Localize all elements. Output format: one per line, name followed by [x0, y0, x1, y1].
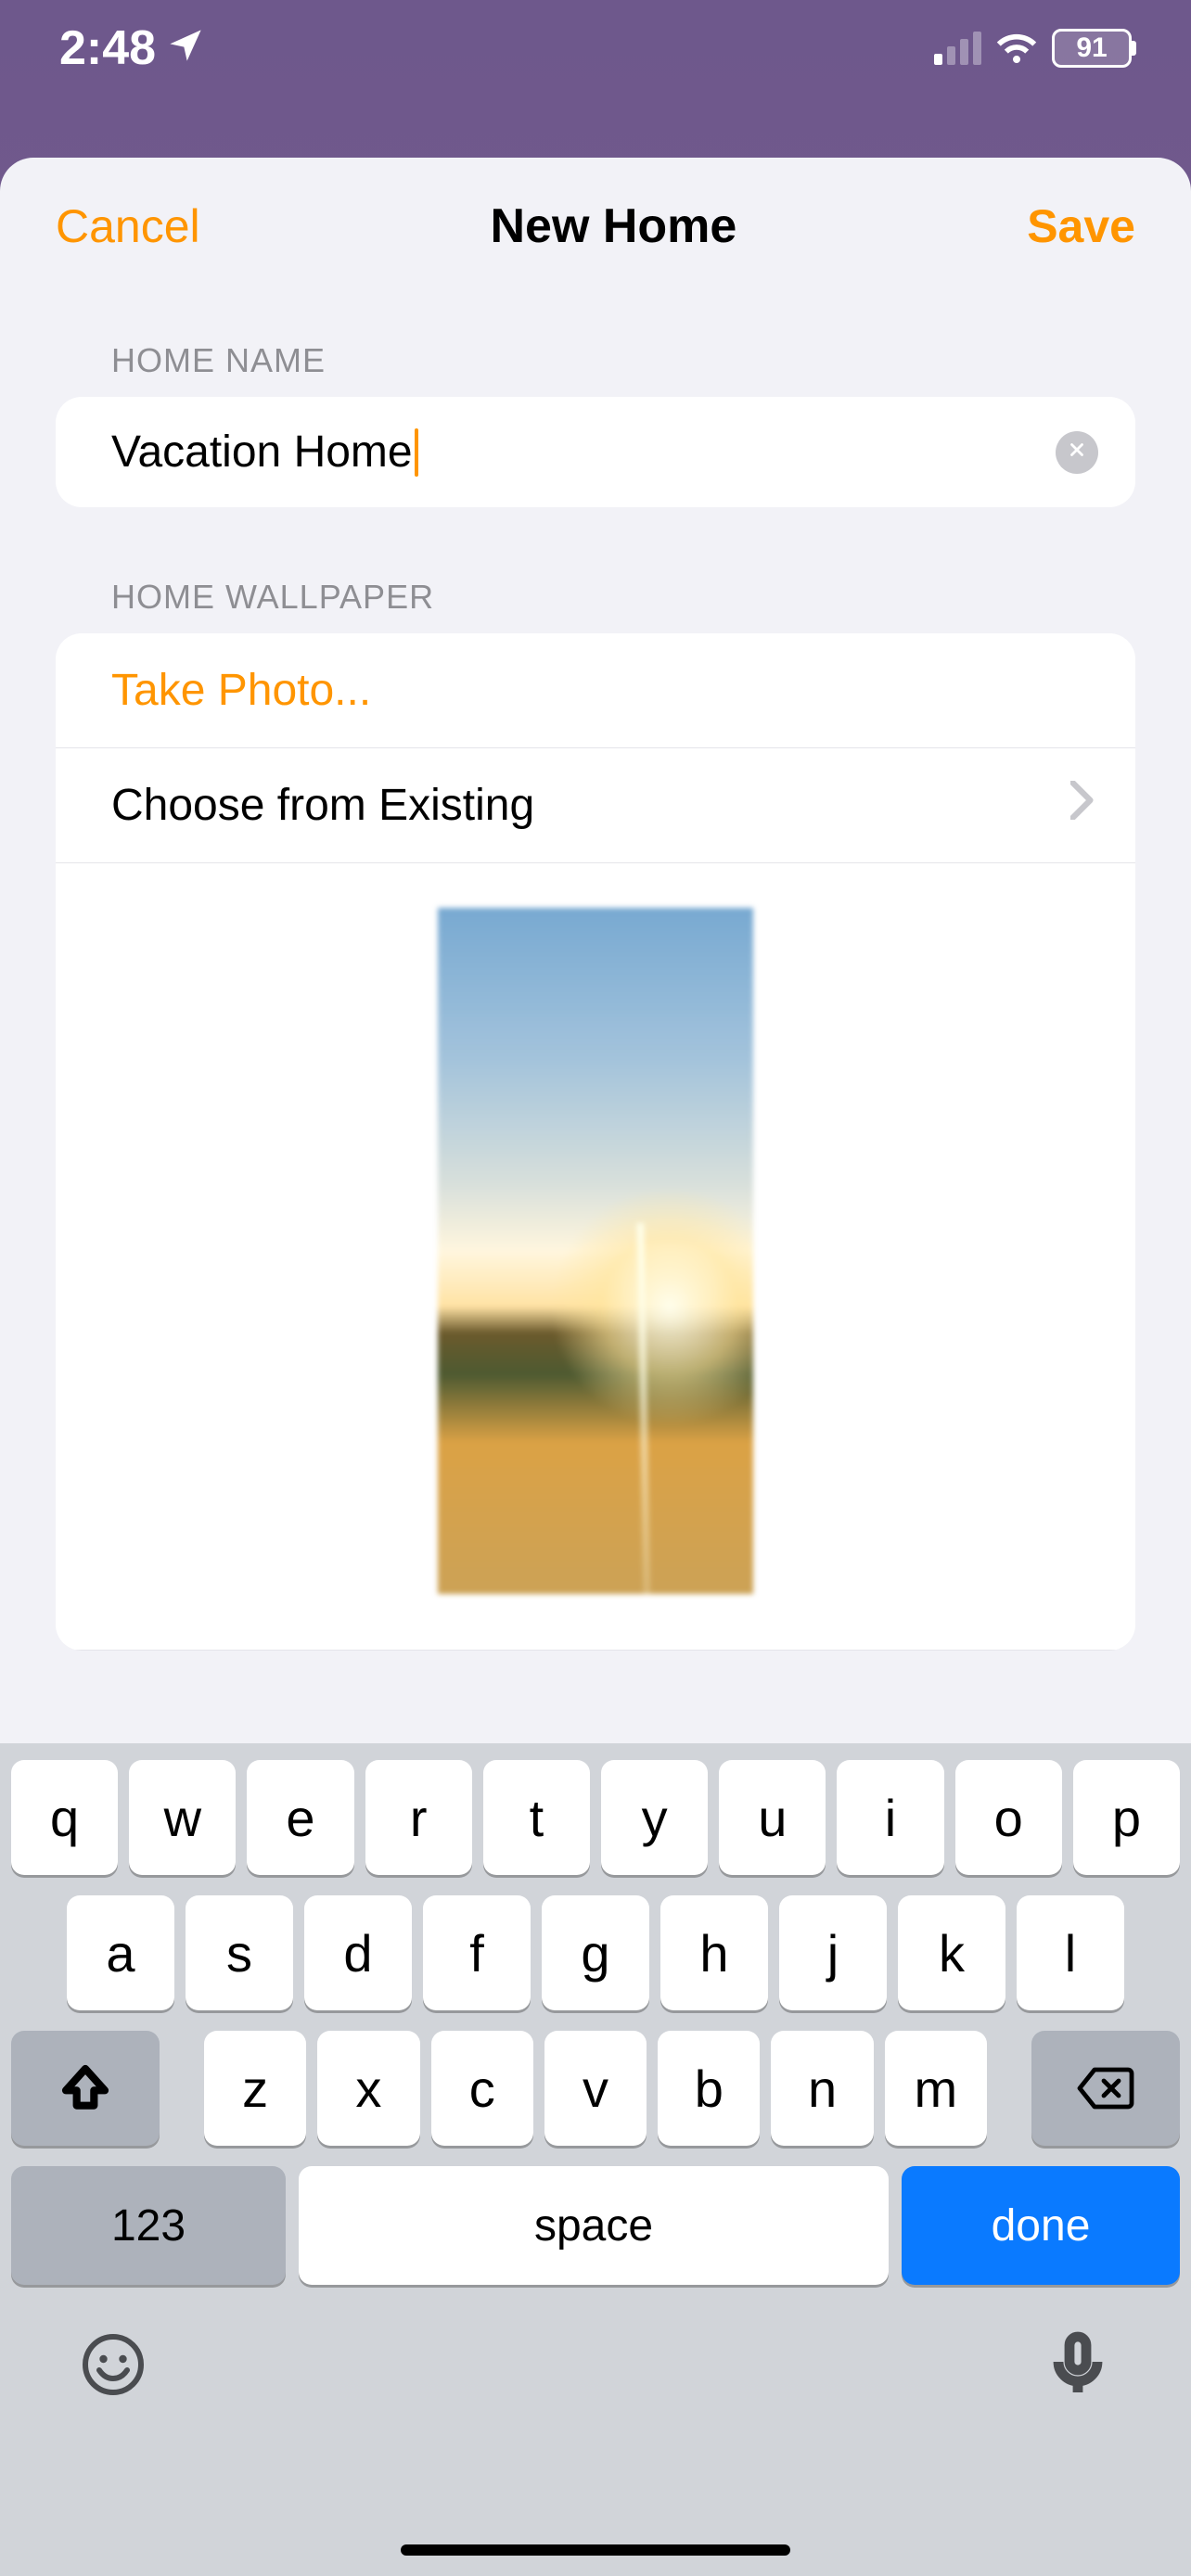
key-c[interactable]: c [431, 2031, 533, 2146]
home-indicator[interactable] [401, 2544, 790, 2556]
key-i[interactable]: i [837, 1760, 943, 1875]
location-icon [167, 20, 204, 76]
status-bar: 2:48 91 [0, 0, 1191, 111]
home-name-card: Vacation Home [56, 397, 1135, 507]
key-s[interactable]: s [186, 1895, 293, 2010]
clear-text-button[interactable] [1056, 431, 1098, 474]
wallpaper-section-label: HOME WALLPAPER [56, 578, 1135, 633]
page-title: New Home [491, 198, 737, 254]
done-key[interactable]: done [902, 2166, 1180, 2285]
key-q[interactable]: q [11, 1760, 118, 1875]
dictation-key[interactable] [1044, 2331, 1111, 2403]
key-k[interactable]: k [898, 1895, 1005, 2010]
key-h[interactable]: h [660, 1895, 768, 2010]
wallpaper-preview[interactable] [438, 908, 753, 1594]
cellular-signal-icon [934, 32, 981, 65]
key-e[interactable]: e [247, 1760, 353, 1875]
space-key[interactable]: space [299, 2166, 889, 2285]
key-t[interactable]: t [483, 1760, 590, 1875]
key-p[interactable]: p [1073, 1760, 1180, 1875]
key-n[interactable]: n [771, 2031, 873, 2146]
choose-existing-row[interactable]: Choose from Existing [56, 748, 1135, 863]
battery-percent: 91 [1076, 34, 1107, 62]
key-a[interactable]: a [67, 1895, 174, 2010]
key-j[interactable]: j [779, 1895, 887, 2010]
wallpaper-card: Take Photo... Choose from Existing [56, 633, 1135, 1651]
choose-existing-label: Choose from Existing [111, 780, 534, 831]
battery-indicator: 91 [1052, 29, 1132, 68]
keyboard: qwertyuiop asdfghjkl zxcvbnm 123 space d… [0, 1743, 1191, 2576]
chevron-right-icon [1070, 780, 1095, 831]
key-b[interactable]: b [658, 2031, 760, 2146]
save-button[interactable]: Save [1027, 199, 1135, 253]
text-cursor [415, 428, 418, 477]
wifi-icon [994, 26, 1039, 70]
key-x[interactable]: x [317, 2031, 419, 2146]
key-u[interactable]: u [719, 1760, 826, 1875]
key-d[interactable]: d [304, 1895, 412, 2010]
key-w[interactable]: w [129, 1760, 236, 1875]
key-z[interactable]: z [204, 2031, 306, 2146]
xmark-icon [1067, 440, 1087, 465]
status-time: 2:48 [59, 20, 156, 76]
backspace-key[interactable] [1031, 2031, 1180, 2146]
key-g[interactable]: g [542, 1895, 649, 2010]
key-y[interactable]: y [601, 1760, 708, 1875]
key-v[interactable]: v [544, 2031, 647, 2146]
take-photo-label: Take Photo... [111, 665, 371, 716]
numbers-key[interactable]: 123 [11, 2166, 286, 2285]
key-m[interactable]: m [885, 2031, 987, 2146]
emoji-key[interactable] [80, 2331, 147, 2403]
take-photo-row[interactable]: Take Photo... [56, 633, 1135, 748]
key-o[interactable]: o [955, 1760, 1062, 1875]
shift-key[interactable] [11, 2031, 160, 2146]
nav-bar: Cancel New Home Save [0, 158, 1191, 276]
key-f[interactable]: f [423, 1895, 531, 2010]
home-name-value: Vacation Home [111, 427, 413, 478]
home-name-input[interactable]: Vacation Home [56, 397, 1135, 507]
key-r[interactable]: r [365, 1760, 472, 1875]
cancel-button[interactable]: Cancel [56, 199, 200, 253]
key-l[interactable]: l [1017, 1895, 1124, 2010]
home-name-section-label: HOME NAME [56, 341, 1135, 397]
